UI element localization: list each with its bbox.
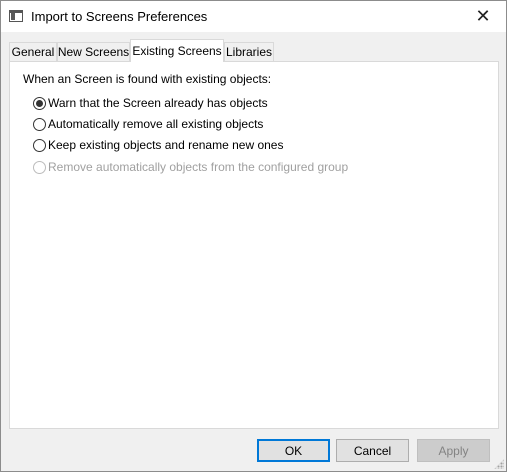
radio-button[interactable]: [33, 117, 46, 131]
title-bar[interactable]: Import to Screens Preferences ✕: [1, 1, 506, 32]
window-app-icon: [9, 10, 23, 22]
option-label: Automatically remove all existing object…: [48, 117, 264, 131]
apply-button: Apply: [417, 439, 490, 462]
option-warn[interactable]: Warn that the Screen already has objects: [33, 95, 268, 111]
tab-libraries[interactable]: Libraries: [224, 42, 274, 61]
existing-screens-panel: When an Screen is found with existing ob…: [9, 61, 499, 429]
option-keep-rename[interactable]: Keep existing objects and rename new one…: [33, 137, 283, 153]
ok-button[interactable]: OK: [257, 439, 330, 462]
tab-general[interactable]: General: [9, 42, 57, 61]
radio-button-disabled: [33, 160, 46, 174]
option-label: Remove automatically objects from the co…: [48, 160, 349, 174]
option-label: Warn that the Screen already has objects: [48, 96, 268, 110]
tab-new-screens[interactable]: New Screens: [57, 42, 130, 61]
option-label: Keep existing objects and rename new one…: [48, 138, 284, 152]
close-button[interactable]: ✕: [460, 1, 506, 32]
window-title: Import to Screens Preferences: [31, 9, 208, 24]
option-remove-all[interactable]: Automatically remove all existing object…: [33, 116, 263, 132]
resize-grip-icon[interactable]: [494, 459, 504, 469]
radio-button[interactable]: [33, 138, 46, 152]
group-label: When an Screen is found with existing ob…: [23, 72, 272, 86]
preferences-dialog: Import to Screens Preferences ✕ General …: [0, 0, 507, 472]
radio-button-checked[interactable]: [33, 96, 46, 110]
option-remove-from-group: Remove automatically objects from the co…: [33, 159, 348, 175]
close-icon: ✕: [475, 6, 491, 26]
tab-existing-screens[interactable]: Existing Screens: [130, 39, 224, 62]
cancel-button[interactable]: Cancel: [336, 439, 409, 462]
